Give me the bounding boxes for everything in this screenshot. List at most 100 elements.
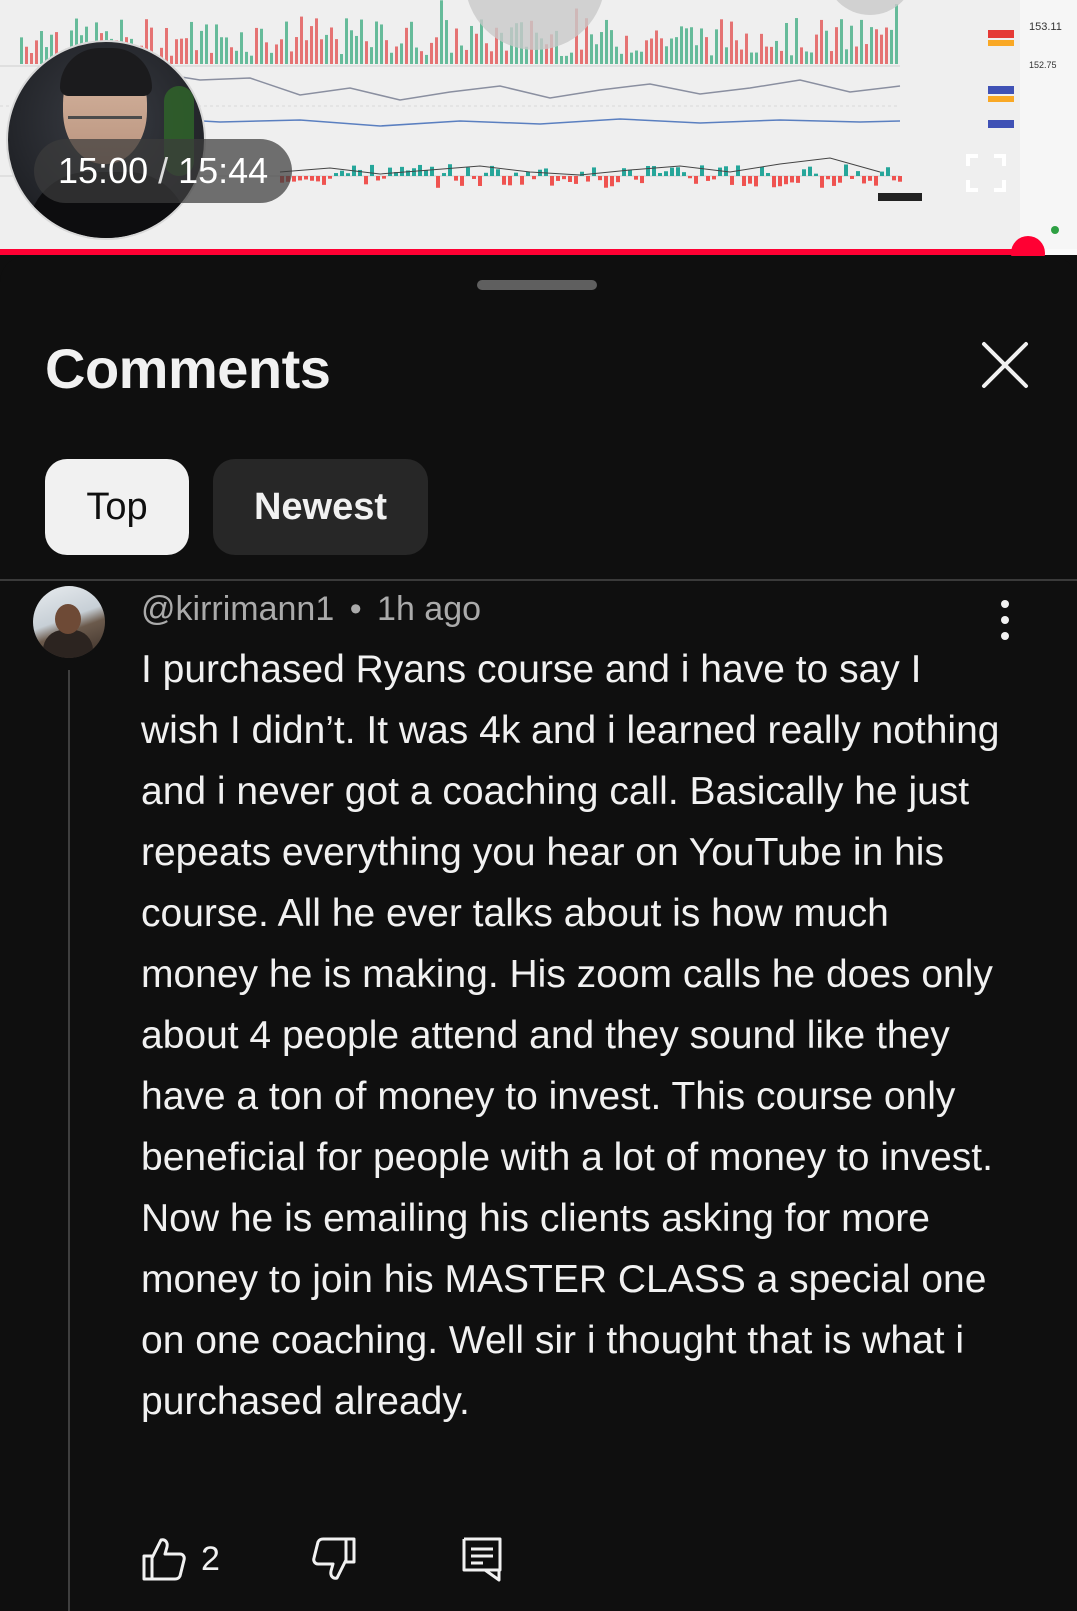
volume-bar [640, 51, 643, 64]
volume-bar [715, 29, 718, 64]
volume-bar [595, 44, 598, 64]
macd-bar [862, 176, 866, 184]
volume-bar [370, 47, 373, 64]
volume-bar [655, 30, 658, 64]
volume-bar [735, 40, 738, 64]
macd-bar [568, 176, 572, 182]
volume-bar [275, 44, 278, 64]
volume-bar [880, 34, 883, 64]
macd-bar [292, 176, 296, 182]
macd-bar [712, 176, 716, 180]
sort-chip-newest[interactable]: Newest [213, 459, 428, 555]
volume-bar [200, 30, 203, 64]
macd-bar [808, 166, 812, 176]
volume-bar [790, 55, 793, 64]
macd-bar [766, 173, 770, 176]
volume-bar [20, 37, 23, 64]
comments-sheet: Comments Top Newest @kirrimann1 • 1h ago… [0, 256, 1077, 1611]
volume-bar [650, 38, 653, 64]
volume-bar [190, 21, 193, 65]
macd-bar [562, 176, 566, 180]
macd-bar [376, 176, 380, 181]
volume-bar [810, 52, 813, 64]
volume-bar [690, 27, 693, 65]
macd-bar [520, 176, 524, 185]
macd-bar [514, 172, 518, 176]
macd-bar [772, 176, 776, 188]
volume-bar [375, 21, 378, 64]
sort-chip-top[interactable]: Top [45, 459, 189, 555]
comment-text: I purchased Ryans course and i have to s… [141, 648, 1000, 1423]
volume-bar [30, 53, 33, 64]
macd-bar [700, 165, 704, 176]
volume-bar [625, 35, 628, 64]
macd-bar [598, 176, 602, 181]
volume-bar [630, 52, 633, 64]
macd-bar [628, 169, 632, 176]
thread-line [68, 670, 70, 1611]
volume-bar [815, 34, 818, 64]
reply-icon[interactable] [461, 1536, 503, 1582]
video-player[interactable]: 153.11 152.75 15:00 / 15:44 [0, 0, 1077, 255]
volume-bar [675, 37, 678, 64]
volume-bar [385, 40, 388, 64]
volume-bar [335, 39, 338, 64]
macd-bar [382, 176, 386, 179]
macd-bar [802, 169, 806, 176]
volume-bar [615, 46, 618, 64]
volume-bar [405, 27, 408, 64]
drag-handle[interactable] [477, 280, 597, 290]
progress-bar[interactable] [0, 249, 1077, 255]
volume-bar [745, 33, 748, 64]
volume-bar [255, 27, 258, 64]
macd-bar [472, 176, 476, 179]
close-icon[interactable] [978, 338, 1032, 392]
macd-bar [484, 172, 488, 176]
macd-bar [874, 176, 878, 186]
macd-bar [658, 173, 662, 176]
macd-bar [388, 167, 392, 176]
volume-bar [890, 29, 893, 64]
macd-bar [892, 176, 896, 181]
fullscreen-icon[interactable] [966, 154, 1006, 192]
more-vert-icon[interactable] [990, 598, 1020, 642]
macd-bar [688, 176, 692, 179]
macd-bar [844, 164, 848, 176]
macd-bar [820, 176, 824, 188]
macd-bar [604, 176, 608, 188]
volume-bar [605, 19, 608, 64]
macd-bar [526, 171, 530, 176]
volume-bar [185, 38, 188, 64]
macd-bar [730, 176, 734, 185]
divider [0, 579, 1077, 581]
comment-time: 1h ago [377, 590, 482, 628]
volume-bar [850, 25, 853, 64]
volume-bar [565, 55, 568, 64]
volume-bar [220, 37, 223, 64]
macd-bar [718, 167, 722, 176]
meta-dot: • [349, 590, 362, 628]
volume-bar [210, 52, 213, 64]
macd-bar [298, 176, 302, 181]
macd-bar [664, 171, 668, 176]
macd-bar [316, 176, 320, 182]
volume-bar [620, 53, 623, 64]
volume-bar [320, 39, 323, 64]
volume-bar [230, 47, 233, 64]
macd-bar [508, 176, 512, 186]
volume-bar [380, 24, 383, 64]
comment-meta: @kirrimann1 • 1h ago [141, 590, 481, 629]
volume-bar [285, 21, 288, 64]
macd-bar [742, 176, 746, 186]
macd-bar [790, 176, 794, 183]
volume-bar [740, 49, 743, 64]
macd-bar [556, 176, 560, 181]
thumbs-up-icon[interactable] [141, 1536, 187, 1582]
macd-bar [640, 176, 644, 184]
macd-bar [586, 176, 590, 182]
macd-bar [748, 176, 752, 184]
volume-bar [570, 52, 573, 64]
thumbs-down-icon[interactable] [311, 1536, 357, 1582]
comment-author[interactable]: @kirrimann1 [141, 590, 334, 628]
avatar[interactable] [33, 586, 105, 658]
